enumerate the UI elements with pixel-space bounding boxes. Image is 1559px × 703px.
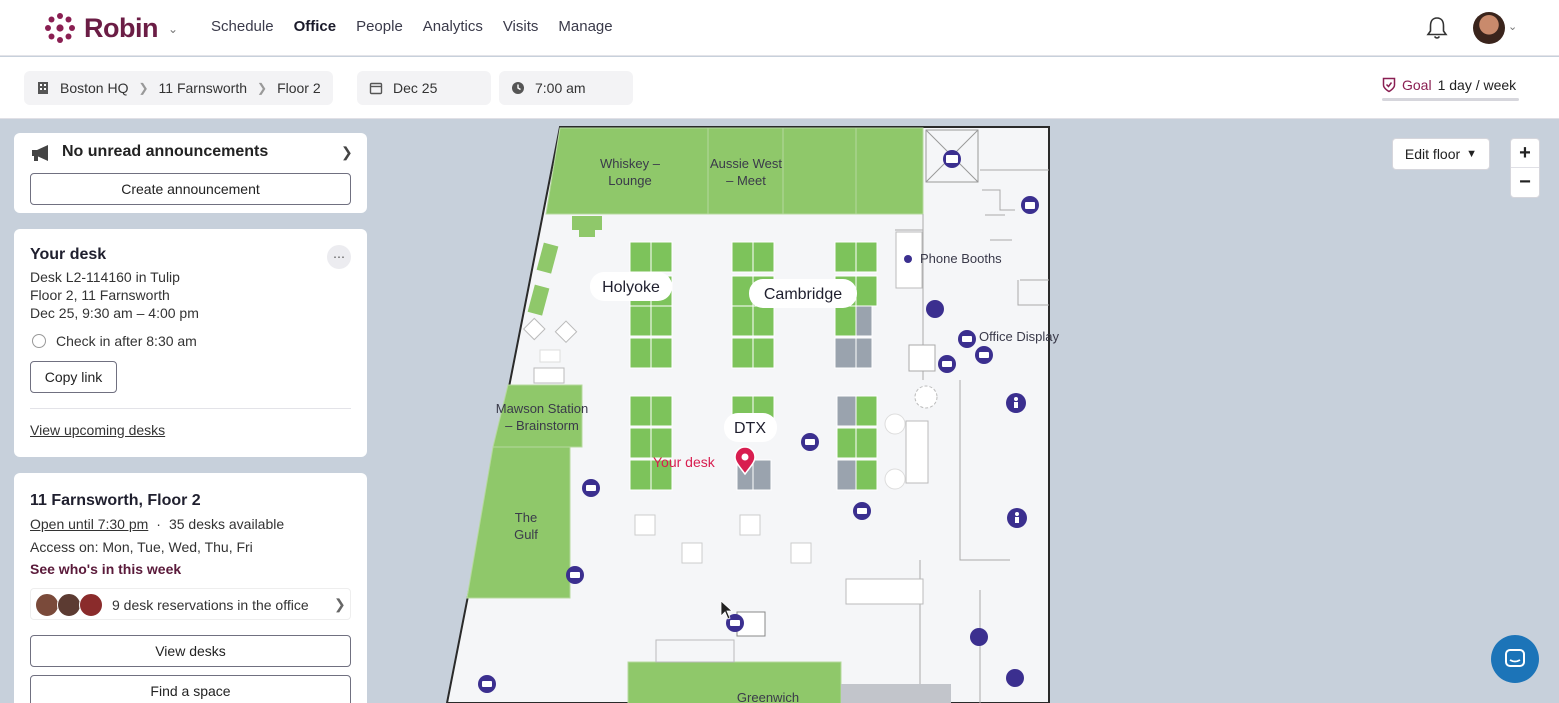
date-value: Dec 25: [393, 80, 438, 96]
view-upcoming-desks-link[interactable]: View upcoming desks: [30, 422, 165, 438]
chevron-down-icon[interactable]: ⌄: [1508, 20, 1517, 33]
floor-map[interactable]: Whiskey – Lounge Aussie West – Meet Mawson…: [380, 120, 1559, 703]
nav-people[interactable]: People: [356, 18, 403, 35]
shield-check-icon: [1382, 77, 1396, 93]
object: [908, 344, 936, 372]
desks-available: 35 desks available: [168, 516, 285, 532]
open-hours-link[interactable]: Open until 7:30 pm: [30, 516, 148, 532]
room-top[interactable]: [855, 127, 924, 215]
avatar: [57, 593, 81, 617]
copy-link-button[interactable]: Copy link: [30, 361, 117, 393]
clock-icon: [512, 82, 524, 94]
location-toolbar: Boston HQ ❯ 11 Farnsworth ❯ Floor 2 Dec …: [0, 57, 1559, 119]
elevator-icon: [1006, 669, 1024, 687]
chevron-down-icon[interactable]: ⌄: [168, 22, 178, 36]
goal-indicator[interactable]: Goal 1 day / week: [1382, 77, 1516, 93]
access-days: Access on: Mon, Tue, Wed, Thu, Fri: [30, 539, 253, 555]
calendar-icon: [369, 82, 383, 95]
desk-location: Floor 2, 11 Farnsworth: [30, 287, 170, 303]
meta-separator: ·: [156, 516, 161, 532]
chevron-right-icon[interactable]: ❯: [341, 144, 353, 161]
user-avatar[interactable]: [1473, 12, 1505, 44]
zoom-controls: + −: [1510, 138, 1540, 198]
checkin-radio[interactable]: [32, 334, 46, 348]
map-label-greenwich: Greenwich: [737, 690, 799, 703]
object: [914, 385, 938, 409]
megaphone-icon: [32, 145, 48, 161]
chevron-right-icon: ❯: [334, 596, 346, 612]
view-desks-button[interactable]: View desks: [30, 635, 351, 667]
building-icon: [38, 82, 48, 94]
see-whos-in-link[interactable]: See who's in this week: [30, 561, 181, 577]
divider: [30, 408, 351, 409]
object: [884, 468, 906, 490]
goal-label: Goal: [1402, 77, 1432, 93]
robin-logo[interactable]: Robin: [44, 12, 158, 44]
checkin-label: Check in after 8:30 am: [56, 333, 197, 349]
goal-progress-bar: [1382, 98, 1519, 101]
announcements-title[interactable]: No unread announcements: [62, 143, 268, 161]
floor-meta: Open until 7:30 pm · 35 desks available: [30, 516, 284, 532]
room-whiskey-lounge[interactable]: [545, 127, 709, 215]
date-picker[interactable]: Dec 25: [357, 71, 491, 105]
chat-launcher-button[interactable]: [1491, 635, 1539, 683]
dot-icon: [904, 255, 912, 263]
map-label-your-desk: Your desk: [653, 454, 716, 470]
map-label-cambridge[interactable]: Cambridge: [764, 286, 842, 303]
main-nav: Schedule Office People Analytics Visits …: [211, 18, 613, 35]
object: [905, 420, 929, 484]
chevron-down-icon: ▼: [1466, 148, 1478, 160]
goal-value: 1 day / week: [1437, 77, 1517, 93]
desk-id: Desk L2-114160 in Tulip: [30, 269, 180, 285]
desk-time: Dec 25, 9:30 am – 4:00 pm: [30, 305, 199, 321]
avatar: [35, 593, 59, 617]
reservations-count: 9 desk reservations in the office: [112, 597, 309, 613]
floor-info-card: 11 Farnsworth, Floor 2 Open until 7:30 p…: [14, 473, 367, 703]
nav-schedule[interactable]: Schedule: [211, 18, 274, 35]
breadcrumb-address[interactable]: 11 Farnsworth: [159, 80, 247, 96]
avatar: [79, 593, 103, 617]
object: [845, 578, 924, 605]
chevron-right-icon: ❯: [138, 81, 149, 95]
door-icon: [970, 628, 988, 646]
more-options-icon[interactable]: ⋯: [327, 245, 351, 269]
floor-title: 11 Farnsworth, Floor 2: [30, 492, 201, 509]
breadcrumb-floor[interactable]: Floor 2: [277, 80, 321, 96]
your-desk-card: Your desk ⋯ Desk L2-114160 in Tulip Floo…: [14, 229, 367, 457]
door-icon: [926, 300, 944, 318]
map-label-dtx[interactable]: DTX: [734, 420, 766, 437]
zoom-out-button[interactable]: −: [1511, 168, 1539, 197]
your-desk-title: Your desk: [30, 246, 107, 263]
breadcrumb[interactable]: Boston HQ ❯ 11 Farnsworth ❯ Floor 2: [24, 71, 333, 105]
nav-analytics[interactable]: Analytics: [423, 18, 483, 35]
room-top[interactable]: [782, 127, 857, 215]
time-value: 7:00 am: [535, 80, 586, 96]
edit-floor-button[interactable]: Edit floor ▼: [1392, 138, 1490, 170]
nav-manage[interactable]: Manage: [558, 18, 612, 35]
chat-icon: [1505, 649, 1525, 667]
room-aussie-west-meet[interactable]: [707, 127, 784, 215]
announcements-card: No unread announcements ❯ Create announc…: [14, 133, 367, 213]
robin-logo-icon: [45, 13, 75, 43]
object: [841, 684, 951, 703]
map-label-office-display: Office Display: [979, 329, 1059, 344]
map-label-phone-booths: Phone Booths: [920, 251, 1002, 266]
find-a-space-button[interactable]: Find a space: [30, 675, 351, 703]
create-announcement-button[interactable]: Create announcement: [30, 173, 351, 205]
time-picker[interactable]: 7:00 am: [499, 71, 633, 105]
bell-icon[interactable]: [1426, 16, 1448, 40]
object: [884, 413, 906, 435]
breadcrumb-building[interactable]: Boston HQ: [60, 80, 128, 96]
chevron-right-icon: ❯: [257, 81, 268, 95]
reservations-row[interactable]: 9 desk reservations in the office ❯: [30, 588, 351, 620]
room-mawson-station[interactable]: [492, 384, 583, 448]
zoom-in-button[interactable]: +: [1511, 139, 1539, 168]
nav-office[interactable]: Office: [294, 18, 337, 35]
room-greenwich[interactable]: [627, 661, 842, 703]
map-label-holyoke[interactable]: Holyoke: [602, 279, 660, 296]
edit-floor-label: Edit floor: [1404, 146, 1461, 162]
top-navigation: Robin ⌄ Schedule Office People Analytics…: [0, 0, 1559, 56]
brand-name: Robin: [84, 12, 158, 43]
nav-visits[interactable]: Visits: [503, 18, 539, 35]
